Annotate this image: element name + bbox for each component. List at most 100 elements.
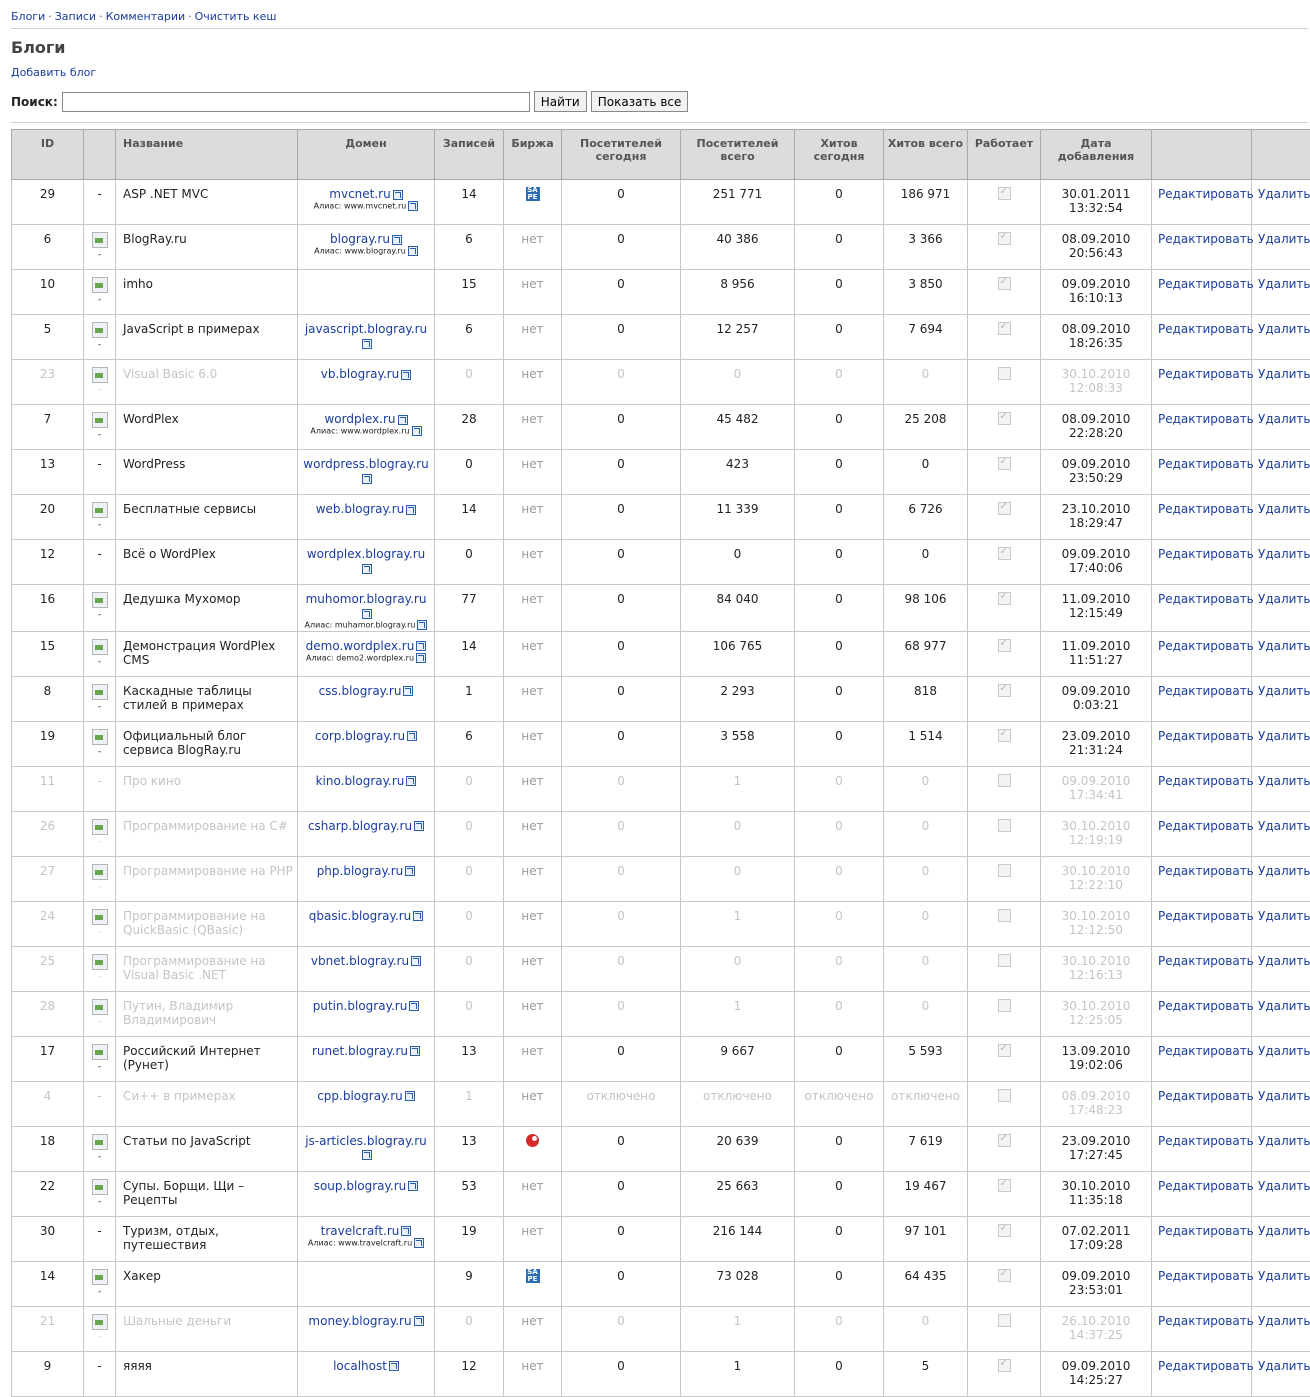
works-checkbox[interactable]: [998, 729, 1011, 742]
col-header-works[interactable]: Работает: [968, 130, 1041, 180]
external-link-icon[interactable]: [407, 731, 417, 741]
works-checkbox[interactable]: [998, 457, 1011, 470]
works-checkbox[interactable]: [998, 547, 1011, 560]
search-input[interactable]: [62, 92, 530, 112]
external-link-icon[interactable]: [362, 609, 372, 619]
works-checkbox[interactable]: [998, 1044, 1011, 1057]
works-checkbox[interactable]: [998, 819, 1011, 832]
domain-link[interactable]: money.blogray.ru: [308, 1314, 411, 1328]
delete-link[interactable]: Удалить: [1258, 232, 1310, 246]
external-link-icon[interactable]: [416, 653, 426, 663]
works-checkbox[interactable]: [998, 232, 1011, 245]
col-header-domain[interactable]: Домен: [298, 130, 435, 180]
col-header-name[interactable]: Название: [116, 130, 298, 180]
domain-link[interactable]: kino.blogray.ru: [316, 774, 405, 788]
delete-link[interactable]: Удалить: [1258, 774, 1310, 788]
delete-link[interactable]: Удалить: [1258, 1224, 1310, 1238]
external-link-icon[interactable]: [393, 190, 403, 200]
nav-link-clear-cache[interactable]: Очистить кеш: [195, 10, 277, 23]
find-button[interactable]: Найти: [534, 91, 587, 112]
domain-link[interactable]: muhomor.blogray.ru: [306, 592, 427, 606]
delete-link[interactable]: Удалить: [1258, 1269, 1310, 1283]
domain-link[interactable]: localhost: [333, 1359, 387, 1373]
domain-link[interactable]: corp.blogray.ru: [315, 729, 405, 743]
delete-link[interactable]: Удалить: [1258, 999, 1310, 1013]
domain-link[interactable]: wordplex.blogray.ru: [307, 547, 425, 561]
external-link-icon[interactable]: [405, 866, 415, 876]
external-link-icon[interactable]: [401, 1226, 411, 1236]
delete-link[interactable]: Удалить: [1258, 547, 1310, 561]
external-link-icon[interactable]: [403, 686, 413, 696]
works-checkbox[interactable]: [998, 1359, 1011, 1372]
col-header-hits-total[interactable]: Хитов всего: [884, 130, 968, 180]
external-link-icon[interactable]: [362, 564, 372, 574]
external-link-icon[interactable]: [412, 426, 422, 436]
edit-link[interactable]: Редактировать: [1158, 592, 1254, 606]
works-checkbox[interactable]: [998, 1089, 1011, 1102]
external-link-icon[interactable]: [409, 1001, 419, 1011]
edit-link[interactable]: Редактировать: [1158, 547, 1254, 561]
delete-link[interactable]: Удалить: [1258, 1044, 1310, 1058]
domain-link[interactable]: wordpress.blogray.ru: [303, 457, 428, 471]
external-link-icon[interactable]: [414, 1238, 424, 1248]
domain-link[interactable]: travelcraft.ru: [321, 1224, 400, 1238]
col-header-date-added[interactable]: Дата добавления: [1041, 130, 1152, 180]
works-checkbox[interactable]: [998, 864, 1011, 877]
delete-link[interactable]: Удалить: [1258, 277, 1310, 291]
external-link-icon[interactable]: [416, 641, 426, 651]
works-checkbox[interactable]: [998, 909, 1011, 922]
external-link-icon[interactable]: [414, 1316, 424, 1326]
edit-link[interactable]: Редактировать: [1158, 1134, 1254, 1148]
delete-link[interactable]: Удалить: [1258, 412, 1310, 426]
domain-link[interactable]: cpp.blogray.ru: [317, 1089, 403, 1103]
works-checkbox[interactable]: [998, 1314, 1011, 1327]
domain-link[interactable]: vb.blogray.ru: [321, 367, 399, 381]
delete-link[interactable]: Удалить: [1258, 729, 1310, 743]
works-checkbox[interactable]: [998, 1179, 1011, 1192]
works-checkbox[interactable]: [998, 412, 1011, 425]
external-link-icon[interactable]: [362, 1150, 372, 1160]
edit-link[interactable]: Редактировать: [1158, 819, 1254, 833]
works-checkbox[interactable]: [998, 277, 1011, 290]
edit-link[interactable]: Редактировать: [1158, 1359, 1254, 1373]
edit-link[interactable]: Редактировать: [1158, 322, 1254, 336]
edit-link[interactable]: Редактировать: [1158, 367, 1254, 381]
works-checkbox[interactable]: [998, 1134, 1011, 1147]
delete-link[interactable]: Удалить: [1258, 1179, 1310, 1193]
edit-link[interactable]: Редактировать: [1158, 639, 1254, 653]
add-blog-link[interactable]: Добавить блог: [11, 66, 1310, 79]
external-link-icon[interactable]: [417, 620, 427, 630]
domain-link[interactable]: mvcnet.ru: [329, 187, 390, 201]
works-checkbox[interactable]: [998, 684, 1011, 697]
external-link-icon[interactable]: [413, 911, 423, 921]
delete-link[interactable]: Удалить: [1258, 1359, 1310, 1373]
delete-link[interactable]: Удалить: [1258, 1314, 1310, 1328]
edit-link[interactable]: Редактировать: [1158, 729, 1254, 743]
external-link-icon[interactable]: [406, 776, 416, 786]
external-link-icon[interactable]: [362, 339, 372, 349]
works-checkbox[interactable]: [998, 1224, 1011, 1237]
delete-link[interactable]: Удалить: [1258, 502, 1310, 516]
external-link-icon[interactable]: [389, 1361, 399, 1371]
edit-link[interactable]: Редактировать: [1158, 1179, 1254, 1193]
works-checkbox[interactable]: [998, 954, 1011, 967]
domain-link[interactable]: css.blogray.ru: [319, 684, 402, 698]
works-checkbox[interactable]: [998, 367, 1011, 380]
edit-link[interactable]: Редактировать: [1158, 774, 1254, 788]
works-checkbox[interactable]: [998, 187, 1011, 200]
external-link-icon[interactable]: [411, 956, 421, 966]
external-link-icon[interactable]: [414, 821, 424, 831]
delete-link[interactable]: Удалить: [1258, 1089, 1310, 1103]
works-checkbox[interactable]: [998, 1269, 1011, 1282]
edit-link[interactable]: Редактировать: [1158, 412, 1254, 426]
edit-link[interactable]: Редактировать: [1158, 457, 1254, 471]
domain-link[interactable]: javascript.blogray.ru: [305, 322, 427, 336]
delete-link[interactable]: Удалить: [1258, 819, 1310, 833]
nav-link-blogs[interactable]: Блоги: [11, 10, 45, 23]
edit-link[interactable]: Редактировать: [1158, 954, 1254, 968]
domain-link[interactable]: runet.blogray.ru: [312, 1044, 408, 1058]
edit-link[interactable]: Редактировать: [1158, 999, 1254, 1013]
edit-link[interactable]: Редактировать: [1158, 1044, 1254, 1058]
external-link-icon[interactable]: [362, 474, 372, 484]
works-checkbox[interactable]: [998, 774, 1011, 787]
